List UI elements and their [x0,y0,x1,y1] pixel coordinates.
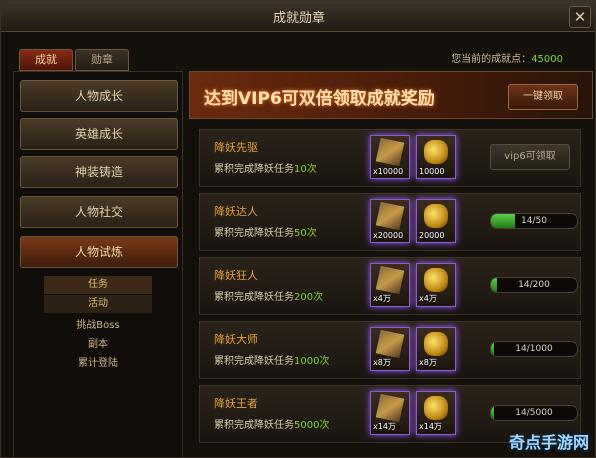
reward-qty: x4万 [373,294,391,303]
reward-slot[interactable]: x20000 [370,199,410,243]
reward-qty: 10000 [419,167,445,176]
sidebar-item-equipment-forging[interactable]: 神装铸造 [20,156,178,188]
gold-coins-icon [424,268,448,292]
achievement-points: 您当前的成就点：45000 [451,50,563,65]
achievement-row: 降妖狂人 累积完成降妖任务200次 x4万 x4万 14/200 [199,257,581,315]
gold-coins-icon [424,140,448,164]
score-value: 45000 [531,54,563,65]
reward-slot[interactable]: x4万 [416,263,456,307]
progress-text: 14/200 [518,280,550,290]
scroll-icon [375,329,405,359]
vip-claim-button[interactable]: vip6可领取 [490,144,570,170]
tab-achievements[interactable]: 成就 [19,49,73,71]
progress-bar: 14/50 [490,213,578,229]
gold-coins-icon [424,332,448,356]
sidebar-item-character-growth[interactable]: 人物成长 [20,80,178,112]
scroll-icon [375,201,405,231]
progress-bar: 14/200 [490,277,578,293]
watermark: 奇点手游网 [508,433,589,452]
reward-qty: x4万 [419,294,437,303]
achievement-row: 降妖先驱 累积完成降妖任务10次 x10000 10000 vip6可领取 [199,129,581,187]
achievement-row: 降妖达人 累积完成降妖任务50次 x20000 20000 14/50 [199,193,581,251]
reward-slot[interactable]: x10000 [370,135,410,179]
reward-slot[interactable]: 10000 [416,135,456,179]
reward-qty: x8万 [373,358,391,367]
sidebar-item-trials[interactable]: 人物试炼 [20,236,178,268]
banner-title: 达到VIP6可双倍领取成就奖励 [204,89,435,109]
achievement-desc: 累积完成降妖任务1000次 [214,356,330,367]
tab-medals[interactable]: 勋章 [75,49,129,71]
progress-bar: 14/1000 [490,341,578,357]
scroll-icon [375,265,405,295]
reward-qty: x8万 [419,358,437,367]
reward-qty: x14万 [419,422,442,431]
achievement-panel: 达到VIP6可双倍领取成就奖励 一键领取 降妖先驱 累积完成降妖任务10次 x1… [189,71,593,457]
achievement-name: 降妖达人 [214,205,258,218]
reward-slot[interactable]: x8万 [416,327,456,371]
achievement-desc: 累积完成降妖任务50次 [214,228,317,239]
reward-slot[interactable]: x4万 [370,263,410,307]
close-icon[interactable]: ✕ [569,6,591,28]
gold-coins-icon [424,396,448,420]
reward-qty: x10000 [373,167,404,176]
window-title: 成就勋章 [272,11,325,26]
reward-slot[interactable]: x8万 [370,327,410,371]
achievement-name: 降妖王者 [214,397,258,410]
sub-item-quests[interactable]: 任务 [44,276,152,294]
achievement-desc: 累积完成降妖任务200次 [214,292,324,303]
score-label: 您当前的成就点： [451,54,532,65]
sidebar-item-social[interactable]: 人物社交 [20,196,178,228]
sidebar-item-hero-growth[interactable]: 英雄成长 [20,118,178,150]
reward-qty: 20000 [419,231,445,240]
reward-slot[interactable]: x14万 [370,391,410,435]
sub-item-dungeon[interactable]: 副本 [44,336,152,354]
gold-coins-icon [424,204,448,228]
progress-text: 14/1000 [515,344,553,354]
vip-banner: 达到VIP6可双倍领取成就奖励 一键领取 [189,71,593,119]
sub-item-events[interactable]: 活动 [44,295,152,313]
achievement-name: 降妖先驱 [214,141,258,154]
achievement-desc: 累积完成降妖任务5000次 [214,420,330,431]
title-bar: 成就勋章 ✕ [1,1,595,32]
sidebar: 人物成长 英雄成长 神装铸造 人物社交 人物试炼 任务 活动 挑战Boss 副本… [13,71,183,457]
progress-bar: 14/5000 [490,405,578,421]
reward-slot[interactable]: x14万 [416,391,456,435]
achievement-row: 降妖大师 累积完成降妖任务1000次 x8万 x8万 14/1000 [199,321,581,379]
reward-qty: x20000 [373,231,404,240]
achievement-desc: 累积完成降妖任务10次 [214,164,317,175]
scroll-icon [375,137,405,167]
achievement-name: 降妖大师 [214,333,258,346]
scroll-icon [375,393,405,423]
progress-text: 14/5000 [515,408,553,418]
claim-all-button[interactable]: 一键领取 [508,84,578,110]
achievement-window: 成就勋章 ✕ 成就 勋章 您当前的成就点：45000 人物成长 英雄成长 神装铸… [0,0,596,458]
reward-qty: x14万 [373,422,396,431]
progress-text: 14/50 [521,216,547,226]
sub-item-login[interactable]: 累计登陆 [44,355,152,373]
sub-item-boss[interactable]: 挑战Boss [44,317,152,335]
achievement-name: 降妖狂人 [214,269,258,282]
reward-slot[interactable]: 20000 [416,199,456,243]
